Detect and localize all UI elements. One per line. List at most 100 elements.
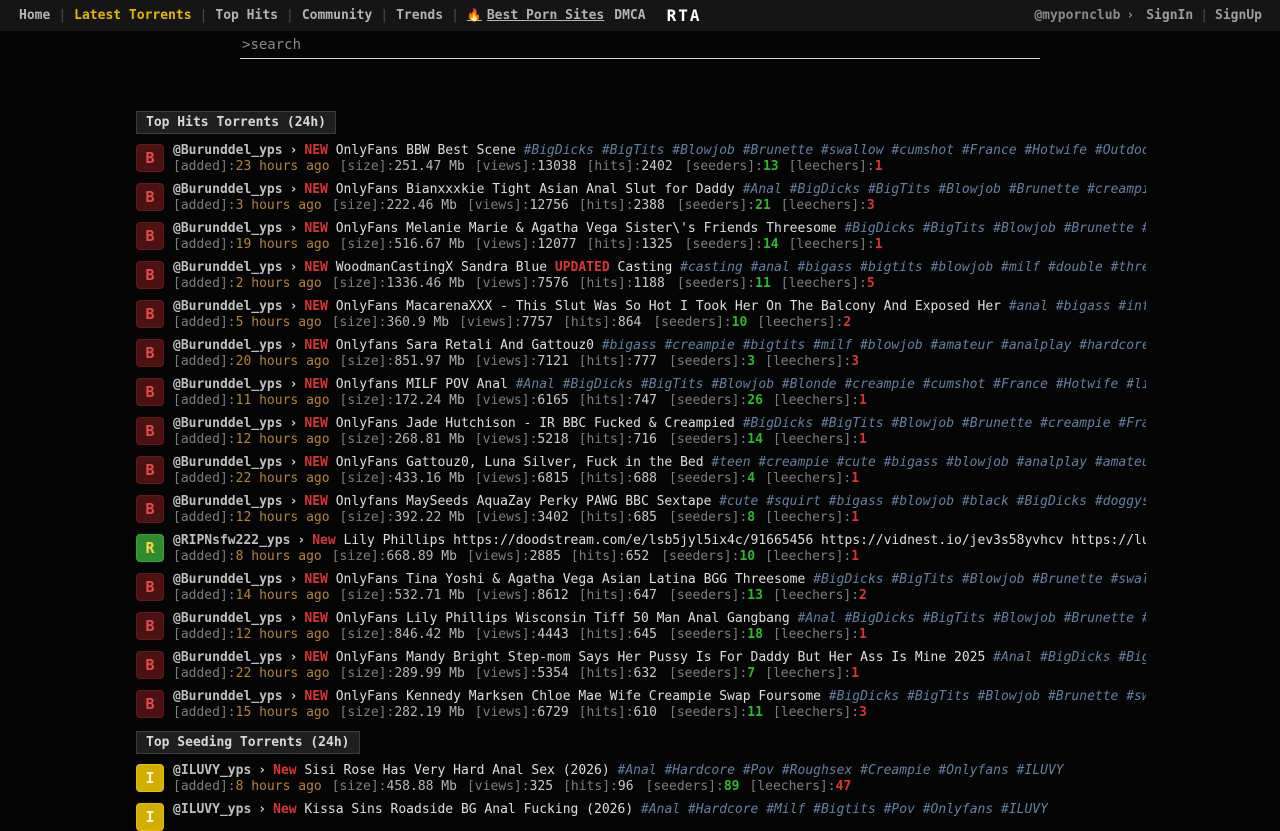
torrent-title[interactable]: Onlyfans Sara Retali And Gattouz0 — [328, 338, 602, 353]
torrent-tags[interactable]: #Anal #BigDicks #BigTits … — [993, 650, 1146, 665]
torrent-tags[interactable]: #Anal #BigDicks #BigTits #Blowjob #Blond… — [516, 377, 1146, 392]
nav-item-dmca[interactable]: DMCA — [614, 8, 645, 23]
user-avatar[interactable]: B — [136, 222, 164, 250]
meta-value-hits: 716 — [634, 432, 657, 447]
torrent-title[interactable]: Sisi Rose Has Very Hard Anal Sex (2026) — [297, 763, 618, 778]
new-badge: New — [273, 763, 296, 778]
torrent-tags[interactable]: #Anal #BigDicks #BigTits #Blowjob #Brune… — [743, 182, 1146, 197]
torrent-tags[interactable]: #Anal #Hardcore #Milf #Bigtits #Pov #Onl… — [641, 802, 1048, 817]
torrent-tags[interactable]: #Anal #BigDicks #BigTits #Blowjob #Brune… — [798, 611, 1147, 626]
user-avatar[interactable]: B — [136, 651, 164, 679]
meta-value-added: 19 hours ago — [236, 237, 330, 252]
torrent-title[interactable]: OnlyFans Lily Phillips Wisconsin Tiff 50… — [328, 611, 798, 626]
meta-label-views: [views]: — [459, 315, 522, 330]
meta-value-views: 7757 — [522, 315, 553, 330]
torrent-title[interactable]: OnlyFans Gattouz0, Luna Silver, Fuck in … — [328, 455, 712, 470]
torrent-title[interactable]: OnlyFans BBW Best Scene — [328, 143, 524, 158]
new-badge: NEW — [304, 494, 327, 509]
torrent-title[interactable]: OnlyFans MacarenaXXX - This Slut Was So … — [328, 299, 1009, 314]
torrent-tags[interactable]: #bigass #creampie #bigtits #milf #blowjo… — [602, 338, 1146, 353]
user-avatar[interactable]: B — [136, 339, 164, 367]
user-avatar[interactable]: I — [136, 764, 164, 792]
nav-item-trends[interactable]: Trends — [396, 8, 443, 23]
torrent-tags[interactable]: #BigDicks #BigTits #Blowjob #Brunette #s… — [524, 143, 1146, 158]
torrent-title[interactable]: OnlyFans Mandy Bright Step-mom Says Her … — [328, 650, 993, 665]
user-avatar[interactable]: B — [136, 261, 164, 289]
meta-label-added: [added]: — [173, 432, 236, 447]
user-avatar[interactable]: B — [136, 144, 164, 172]
torrent-user[interactable]: @Burunddel_yps — [173, 455, 283, 470]
torrent-title[interactable]: Casting — [610, 260, 680, 275]
user-avatar[interactable]: B — [136, 378, 164, 406]
user-avatar[interactable]: B — [136, 495, 164, 523]
torrent-tags[interactable]: #teen #creampie #cute #bigass #blowjob #… — [711, 455, 1146, 470]
torrent-title[interactable]: Kissa Sins Roadside BG Anal Fucking (202… — [297, 802, 641, 817]
torrent-user[interactable]: @RIPNsfw222_yps — [173, 533, 290, 548]
site-name: @mypornclub — [1034, 8, 1120, 23]
torrent-user[interactable]: @Burunddel_yps — [173, 377, 283, 392]
user-avatar[interactable]: B — [136, 456, 164, 484]
torrent-meta-line: [added]:8 hours ago[size]:458.88 Mb[view… — [173, 779, 1064, 795]
nav-item-best-porn-sites[interactable]: 🔥Best Porn Sites — [467, 8, 604, 23]
user-avatar[interactable]: B — [136, 612, 164, 640]
torrent-title[interactable]: OnlyFans Melanie Marie & Agatha Vega Sis… — [328, 221, 845, 236]
nav-item-rta-logo[interactable]: RTA — [667, 6, 702, 25]
torrent-title[interactable]: OnlyFans Bianxxxkie Tight Asian Anal Slu… — [328, 182, 743, 197]
search-input[interactable] — [250, 37, 1038, 53]
torrent-tags[interactable]: #anal #bigass #interrac… — [1009, 299, 1146, 314]
torrent-user[interactable]: @Burunddel_yps — [173, 416, 283, 431]
signup-link[interactable]: SignUp — [1215, 8, 1262, 23]
torrent-user[interactable]: @Burunddel_yps — [173, 494, 283, 509]
nav-item-community[interactable]: Community — [302, 8, 372, 23]
new-badge: NEW — [304, 299, 327, 314]
torrent-title[interactable]: Onlyfans MILF POV Anal — [328, 377, 516, 392]
signin-link[interactable]: SignIn — [1146, 8, 1193, 23]
torrent-row: B @Burunddel_yps›NEW Onlyfans MILF POV A… — [136, 377, 1146, 409]
torrent-user[interactable]: @Burunddel_yps — [173, 650, 283, 665]
nav-item-latest-torrents[interactable]: Latest Torrents — [74, 8, 191, 23]
torrent-user[interactable]: @Burunddel_yps — [173, 143, 283, 158]
torrent-title[interactable]: OnlyFans Jade Hutchison - IR BBC Fucked … — [328, 416, 743, 431]
torrent-user[interactable]: @ILUVY_yps — [173, 763, 251, 778]
torrent-user[interactable]: @ILUVY_yps — [173, 802, 251, 817]
torrent-user[interactable]: @Burunddel_yps — [173, 338, 283, 353]
meta-label-leechers: [leechers]: — [773, 705, 859, 720]
nav-item-home[interactable]: Home — [19, 8, 50, 23]
torrent-tags[interactable]: #cute #squirt #bigass #blowjob #black #B… — [719, 494, 1146, 509]
user-avatar[interactable]: B — [136, 300, 164, 328]
torrent-tags[interactable]: #casting #anal #bigass #bigtits #blowjob… — [680, 260, 1146, 275]
torrent-user[interactable]: @Burunddel_yps — [173, 260, 283, 275]
user-avatar[interactable]: B — [136, 417, 164, 445]
torrent-user[interactable]: @Burunddel_yps — [173, 611, 283, 626]
meta-value-seeders: 8 — [747, 510, 755, 525]
torrent-title-line: @ILUVY_yps›New Sisi Rose Has Very Hard A… — [173, 763, 1064, 779]
torrent-tags[interactable]: #BigDicks #BigTits #Blowjob #Brunette #s… — [829, 689, 1146, 704]
user-avatar[interactable]: I — [136, 803, 164, 831]
meta-label-views: [views]: — [475, 471, 538, 486]
torrent-title[interactable]: WoodmanCastingX Sandra Blue — [328, 260, 555, 275]
torrent-user[interactable]: @Burunddel_yps — [173, 689, 283, 704]
torrent-user[interactable]: @Burunddel_yps — [173, 299, 283, 314]
nav-item-top-hits[interactable]: Top Hits — [215, 8, 278, 23]
torrent-tags[interactable]: #BigDicks #BigTits #Blowjob #Brunette #c… — [743, 416, 1146, 431]
meta-value-added: 15 hours ago — [236, 705, 330, 720]
torrent-tags[interactable]: #BigDicks #BigTits #Blowjob #Brunette #s… — [844, 221, 1146, 236]
torrent-row: B @Burunddel_yps›NEW OnlyFans Gattouz0, … — [136, 455, 1146, 487]
user-avatar[interactable]: B — [136, 690, 164, 718]
meta-value-leechers: 1 — [851, 666, 859, 681]
meta-value-seeders: 14 — [747, 432, 763, 447]
torrent-title[interactable]: OnlyFans Kennedy Marksen Chloe Mae Wife … — [328, 689, 829, 704]
torrent-tags[interactable]: #BigDicks #BigTits #Blowjob #Brunette #s… — [813, 572, 1146, 587]
user-avatar[interactable]: B — [136, 183, 164, 211]
torrent-title[interactable]: Lily Phillips https://doodstream.com/e/l… — [336, 533, 1146, 548]
torrent-user[interactable]: @Burunddel_yps — [173, 572, 283, 587]
torrent-user[interactable]: @Burunddel_yps — [173, 182, 283, 197]
user-avatar[interactable]: R — [136, 534, 164, 562]
torrent-user[interactable]: @Burunddel_yps — [173, 221, 283, 236]
user-avatar[interactable]: B — [136, 573, 164, 601]
meta-value-seeders: 21 — [755, 198, 771, 213]
meta-label-leechers: [leechers]: — [773, 627, 859, 642]
torrent-title[interactable]: Onlyfans MaySeeds AquaZay Perky PAWG BBC… — [328, 494, 719, 509]
torrent-tags[interactable]: #Anal #Hardcore #Pov #Roughsex #Creampie… — [618, 763, 1064, 778]
torrent-title[interactable]: OnlyFans Tina Yoshi & Agatha Vega Asian … — [328, 572, 813, 587]
